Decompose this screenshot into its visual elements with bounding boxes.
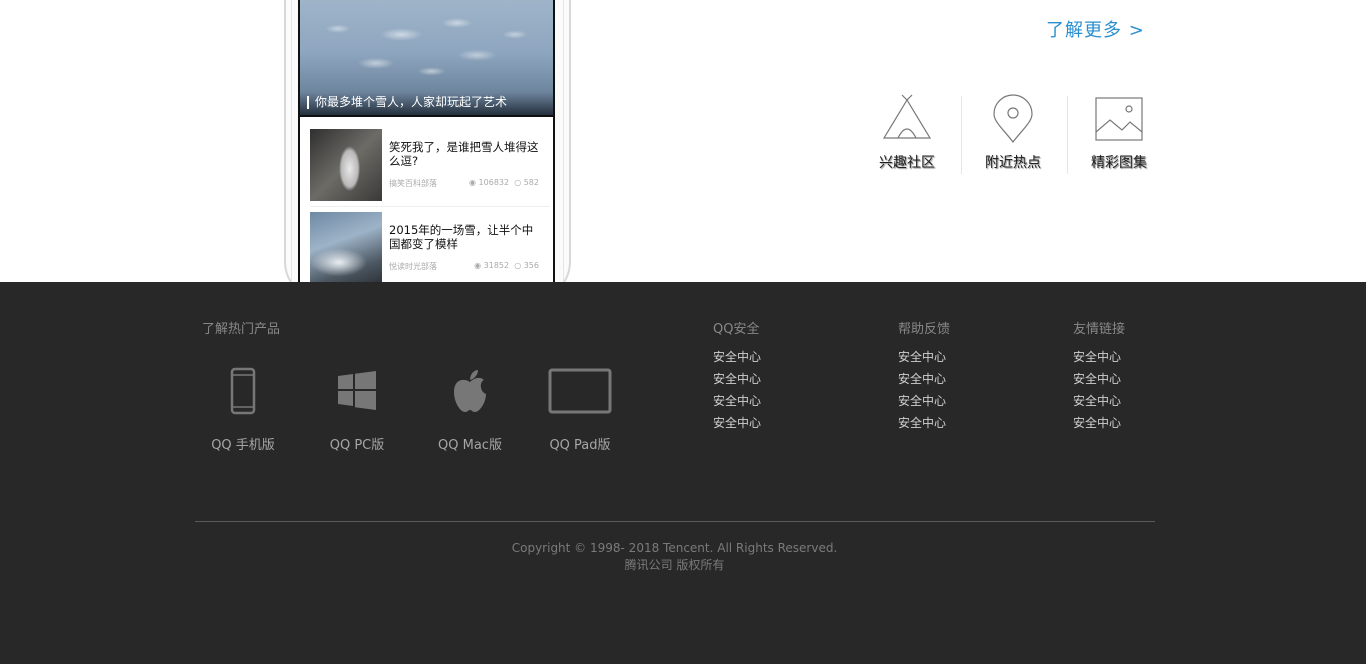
- apple-icon: [425, 366, 515, 416]
- news-item[interactable]: 笑死我了，是谁把雪人堆得这么逗? 搞笑百科部落 ◉ 106832 ○ 582: [310, 129, 550, 201]
- product-label: QQ 手机版: [211, 438, 275, 453]
- footer-link[interactable]: 安全中心: [713, 368, 761, 390]
- hero-image[interactable]: 你最多堆个雪人，人家却玩起了艺术: [300, 0, 553, 117]
- footer-link[interactable]: 安全中心: [1073, 390, 1125, 412]
- product-qq-pad[interactable]: QQ Pad版: [535, 366, 625, 453]
- news-thumbnail: [310, 129, 382, 201]
- phone-icon: [198, 366, 288, 416]
- news-item[interactable]: 2015年的一场雪，让半个中国都变了模样 悦读时光部落 ◉ 31852 ○ 35…: [310, 212, 550, 282]
- column-title: QQ安全: [713, 322, 760, 337]
- column-title: 帮助反馈: [898, 322, 951, 337]
- eye-icon: ◉: [474, 261, 482, 270]
- footer-link[interactable]: 安全中心: [713, 390, 761, 412]
- showcase-section: 你最多堆个雪人，人家却玩起了艺术 笑死我了，是谁把雪人堆得这么逗? 搞笑百科部落…: [0, 0, 1366, 282]
- comment-icon: ○: [514, 261, 522, 270]
- footer-column-qq-security: QQ安全 安全中心 安全中心 安全中心 安全中心: [713, 318, 761, 434]
- news-title: 笑死我了，是谁把雪人堆得这么逗?: [389, 140, 539, 168]
- news-comments: 582: [523, 178, 539, 187]
- feature-gallery[interactable]: 精彩图集: [1082, 94, 1156, 172]
- news-views: 106832: [478, 178, 510, 187]
- footer-link[interactable]: 安全中心: [898, 368, 950, 390]
- product-qq-mac[interactable]: QQ Mac版: [425, 366, 515, 453]
- footer-link[interactable]: 安全中心: [713, 346, 761, 368]
- eye-icon: ◉: [469, 178, 476, 187]
- news-comments: 356: [523, 261, 539, 270]
- copyright-block: Copyright © 1998- 2018 Tencent. All Righ…: [0, 540, 1349, 574]
- windows-icon: [312, 366, 402, 416]
- footer-link[interactable]: 安全中心: [1073, 368, 1125, 390]
- news-meta: 搞笑百科部落 ◉ 106832 ○ 582: [389, 178, 539, 189]
- news-divider: [310, 206, 550, 207]
- product-qq-mobile[interactable]: QQ 手机版: [198, 366, 288, 453]
- footer-link[interactable]: 安全中心: [898, 412, 950, 434]
- news-source: 搞笑百科部落: [389, 179, 437, 188]
- feature-label: 兴趣社区: [879, 155, 935, 171]
- location-pin-icon: [986, 94, 1040, 148]
- news-views: 31852: [483, 261, 510, 270]
- footer-column-friendly-links: 友情链接 安全中心 安全中心 安全中心 安全中心: [1073, 318, 1125, 434]
- feature-label: 附近热点: [985, 155, 1041, 171]
- footer-link[interactable]: 安全中心: [898, 346, 950, 368]
- news-meta: 悦读时光部落 ◉ 31852 ○ 356: [389, 261, 539, 272]
- company-text: 腾讯公司 版权所有: [624, 558, 725, 572]
- feature-label: 精彩图集: [1091, 155, 1147, 171]
- product-label: QQ Pad版: [549, 438, 611, 453]
- footer-column-help-feedback: 帮助反馈 安全中心 安全中心 安全中心 安全中心: [898, 318, 950, 434]
- footer-divider: [195, 521, 1155, 522]
- feature-nearby-hotspots[interactable]: 附近热点: [976, 94, 1050, 172]
- tablet-icon: [535, 366, 625, 416]
- footer-link[interactable]: 安全中心: [1073, 412, 1125, 434]
- comment-icon: ○: [514, 178, 522, 187]
- divider: [1067, 96, 1068, 174]
- feature-interest-community[interactable]: 兴趣社区: [870, 94, 944, 172]
- news-title: 2015年的一场雪，让半个中国都变了模样: [389, 223, 534, 251]
- news-thumbnail: [310, 212, 382, 282]
- footer-link[interactable]: 安全中心: [1073, 346, 1125, 368]
- product-label: QQ PC版: [329, 438, 385, 453]
- footer-link[interactable]: 安全中心: [898, 390, 950, 412]
- products-title: 了解热门产品: [202, 322, 281, 337]
- picture-icon: [1092, 94, 1146, 148]
- copyright-text: Copyright © 1998- 2018 Tencent. All Righ…: [511, 541, 838, 555]
- product-label: QQ Mac版: [438, 438, 502, 453]
- product-qq-pc[interactable]: QQ PC版: [312, 366, 402, 453]
- divider: [961, 96, 962, 174]
- learn-more-link[interactable]: 了解更多 >: [1046, 16, 1145, 42]
- tent-icon: [880, 94, 934, 148]
- footer-link[interactable]: 安全中心: [713, 412, 761, 434]
- column-title: 友情链接: [1073, 322, 1126, 337]
- footer: 了解热门产品 QQ 手机版 QQ PC版 QQ Mac版 QQ Pad版 QQ安…: [0, 282, 1366, 664]
- news-source: 悦读时光部落: [389, 262, 437, 271]
- hero-caption: 你最多堆个雪人，人家却玩起了艺术: [307, 96, 507, 109]
